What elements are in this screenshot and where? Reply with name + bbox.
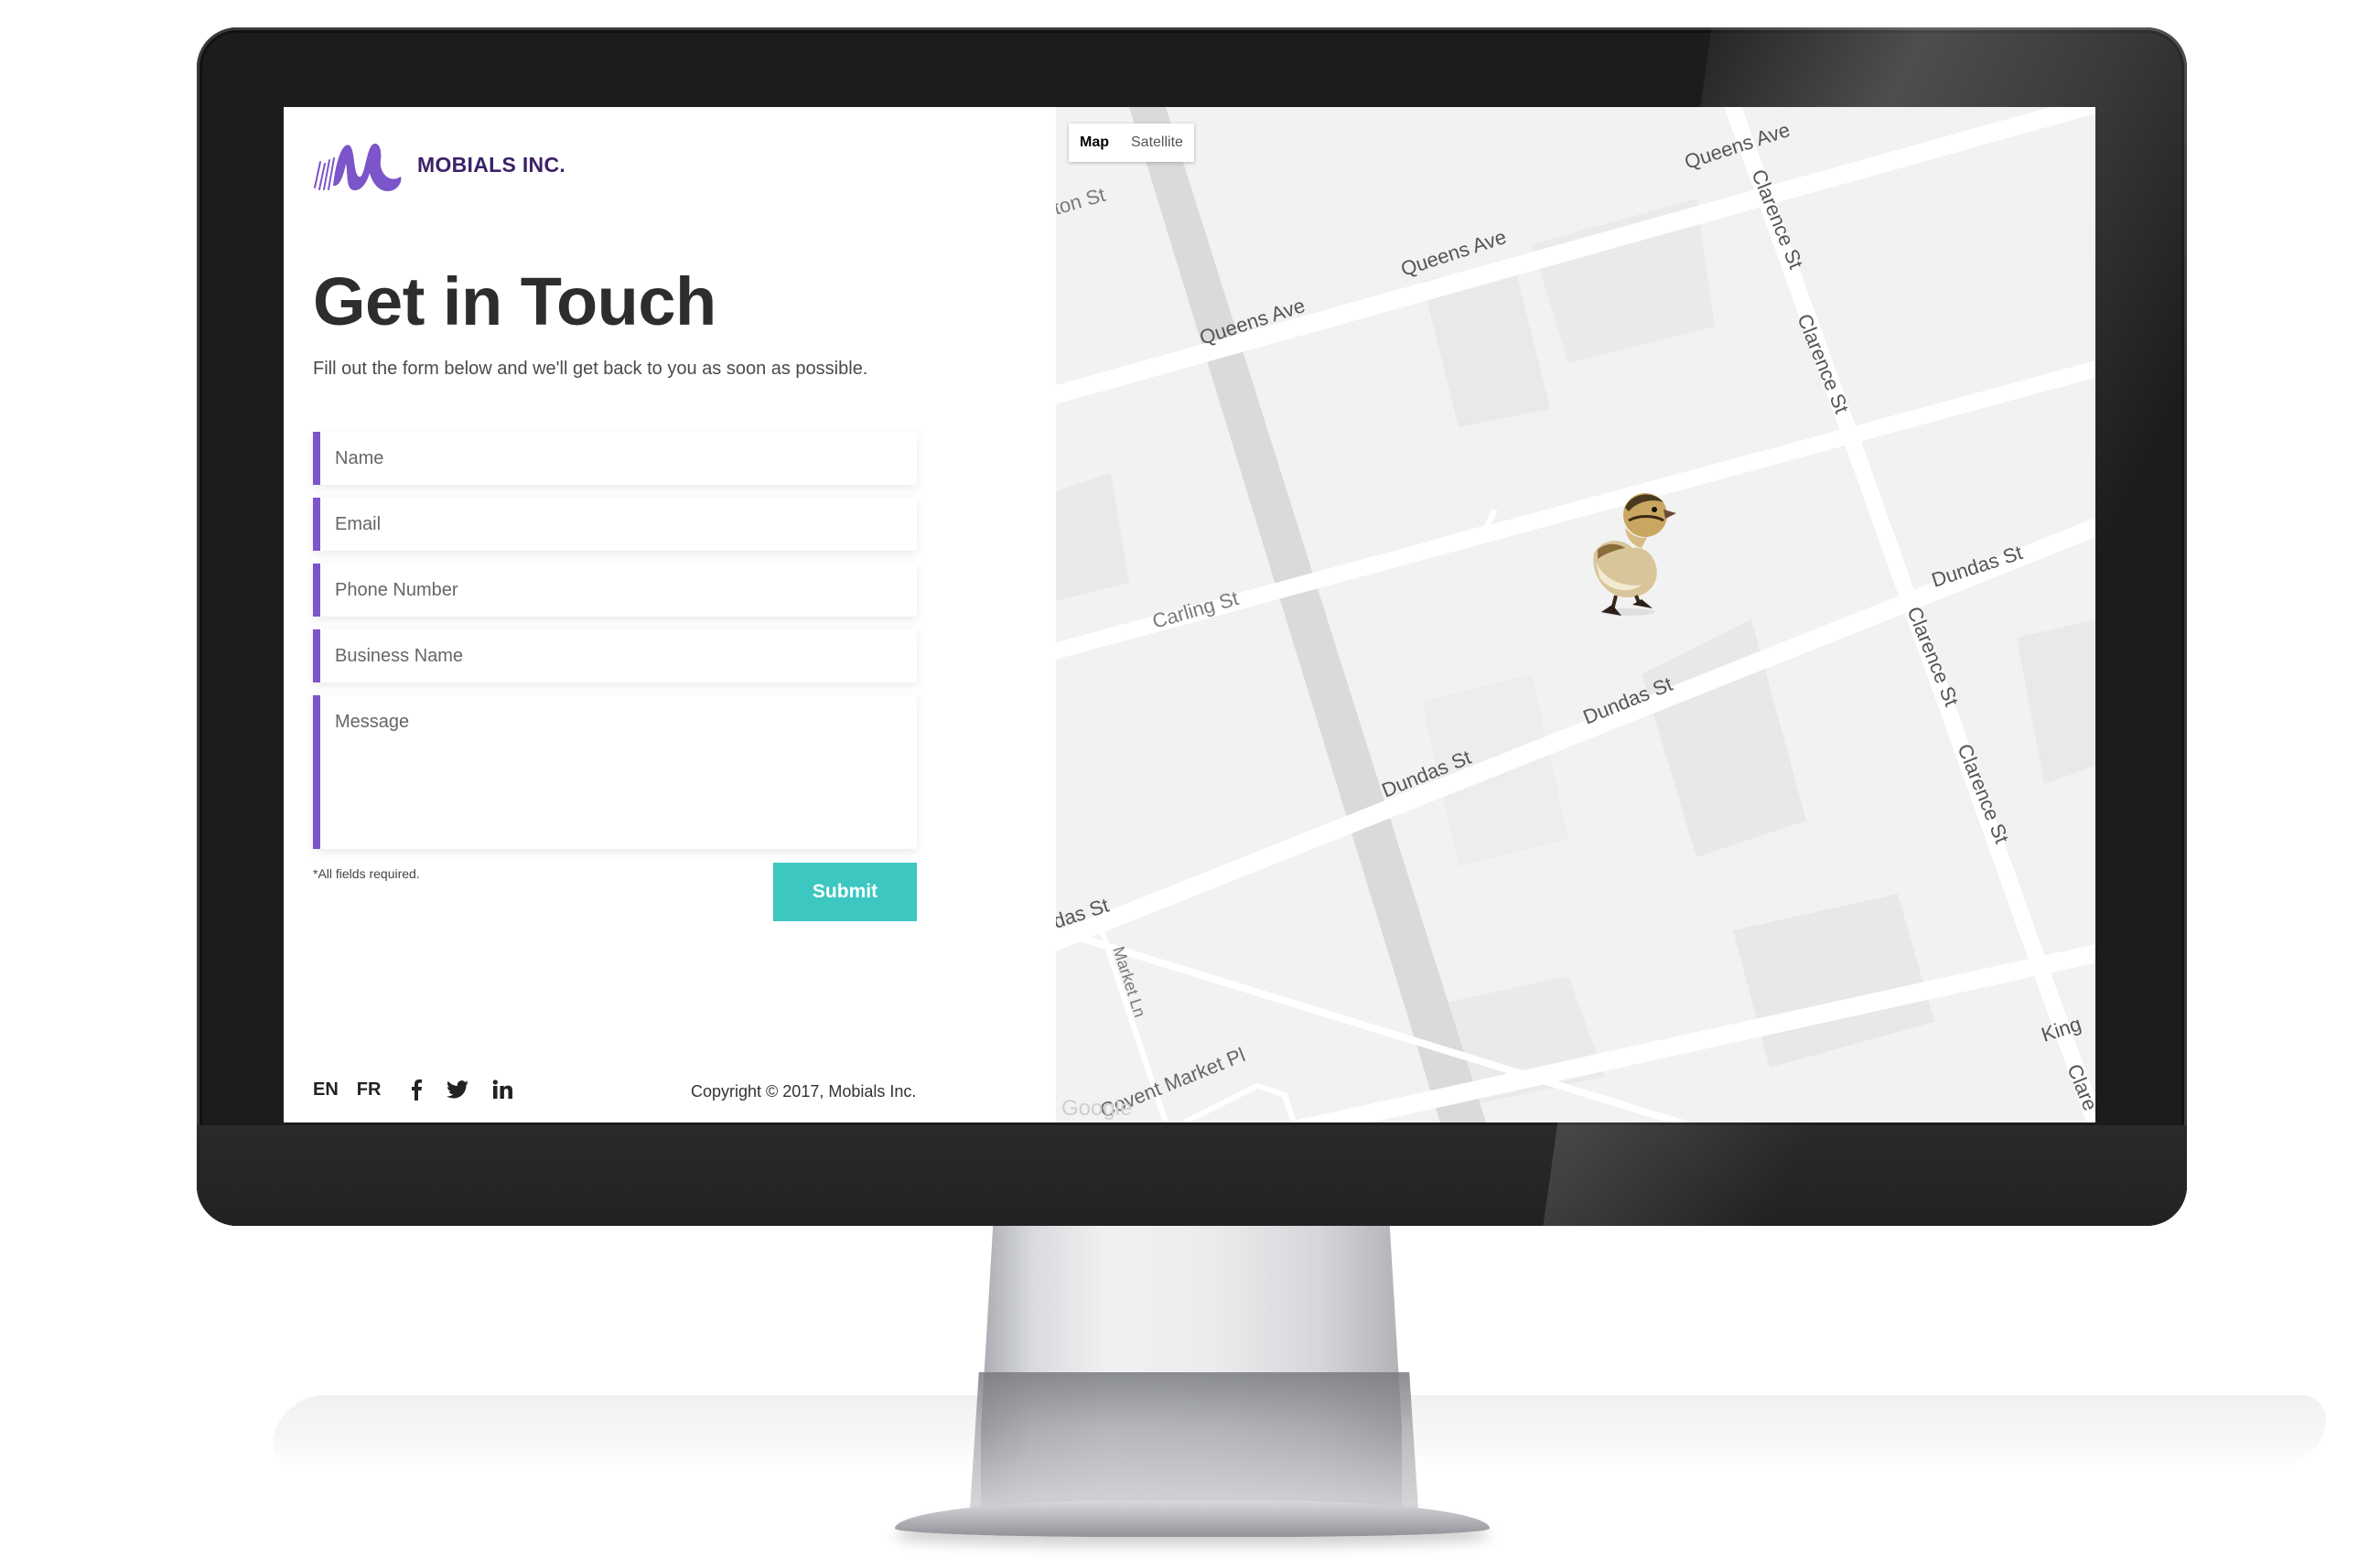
business-name-field[interactable]: Business Name <box>313 629 917 682</box>
map-type-control: Map Satellite <box>1069 124 1194 162</box>
map-panel[interactable]: ton St Queens Ave Queens Ave Queens Ave … <box>1056 107 2095 1122</box>
twitter-icon[interactable] <box>447 1080 469 1099</box>
linkedin-icon[interactable] <box>492 1079 513 1100</box>
message-field[interactable]: Message <box>313 695 917 849</box>
lang-fr-link[interactable]: FR <box>357 1079 382 1101</box>
page-title: Get in Touch <box>313 263 716 339</box>
page-subtitle: Fill out the form below and we'll get ba… <box>313 359 868 379</box>
stage: MOBIALS INC. Get in Touch Fill out the f… <box>0 0 2369 1568</box>
footer-links: EN FR <box>313 1079 525 1101</box>
phone-field[interactable]: Phone Number <box>313 564 917 617</box>
brand-name: MOBIALS INC. <box>417 152 566 177</box>
monitor-screen: MOBIALS INC. Get in Touch Fill out the f… <box>284 107 2095 1122</box>
lang-en-link[interactable]: EN <box>313 1079 339 1101</box>
submit-button[interactable]: Submit <box>773 863 917 921</box>
map-attribution: Google <box>1061 1096 1132 1121</box>
monitor-stand-shade <box>970 1372 1418 1509</box>
business-name-placeholder: Business Name <box>335 645 464 666</box>
name-placeholder: Name <box>335 447 384 468</box>
copyright: Copyright © 2017, Mobials Inc. <box>691 1082 917 1101</box>
map-canvas[interactable]: ton St Queens Ave Queens Ave Queens Ave … <box>1056 107 2095 1122</box>
message-placeholder: Message <box>335 712 410 732</box>
required-note: *All fields required. <box>313 866 420 881</box>
map-type-satellite-button[interactable]: Satellite <box>1120 134 1194 151</box>
email-field[interactable]: Email <box>313 498 917 551</box>
duck-marker-icon[interactable] <box>1578 482 1678 619</box>
email-placeholder: Email <box>335 513 382 534</box>
brand-logo[interactable]: MOBIALS INC. <box>313 136 565 193</box>
phone-placeholder: Phone Number <box>335 579 458 600</box>
contact-panel: MOBIALS INC. Get in Touch Fill out the f… <box>284 107 1056 1122</box>
facebook-icon[interactable] <box>410 1079 423 1101</box>
monitor-stand-base <box>895 1500 1490 1537</box>
map-type-map-button[interactable]: Map <box>1069 134 1120 151</box>
mobials-logo-icon <box>314 143 402 191</box>
name-field[interactable]: Name <box>313 432 917 485</box>
